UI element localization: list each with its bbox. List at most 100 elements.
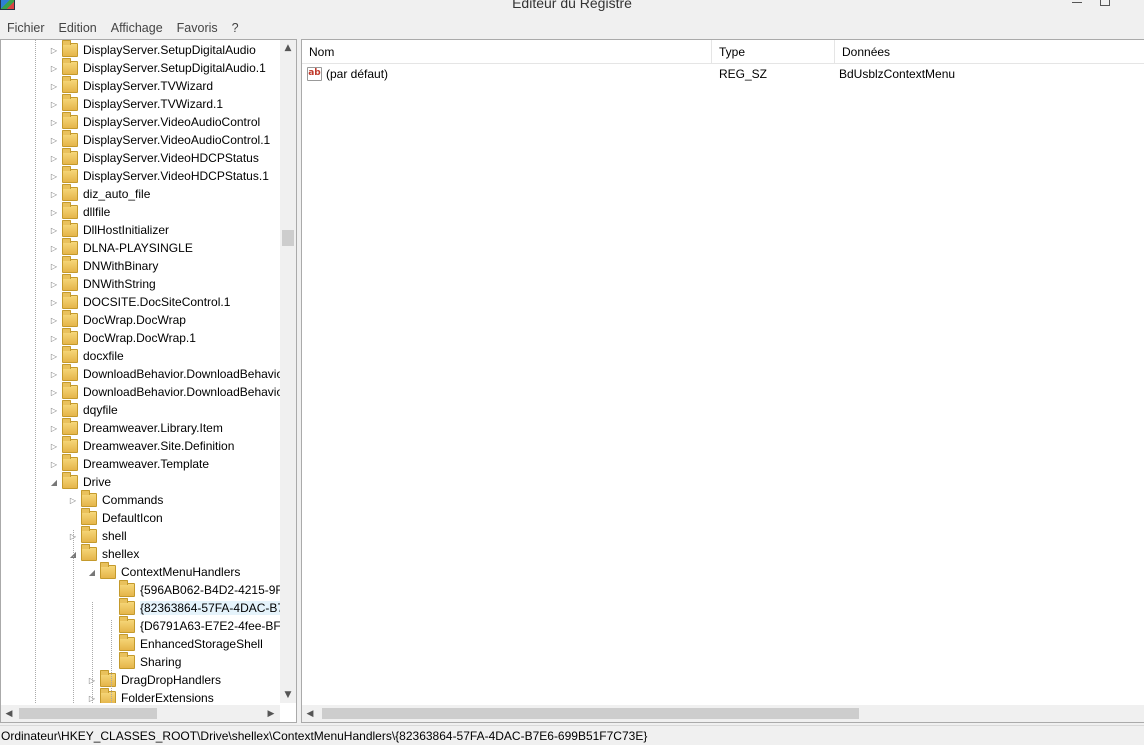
- tree-item[interactable]: ▷ FolderExtensions: [87, 688, 214, 703]
- collapse-icon[interactable]: ◢: [87, 566, 97, 578]
- expand-icon[interactable]: ▷: [49, 134, 59, 146]
- list-horizontal-scrollbar[interactable]: ◀: [302, 705, 1144, 722]
- key-tree-pane[interactable]: ▷ DisplayServer.SetupDigitalAudio ▷ Display…: [0, 39, 297, 723]
- folder-icon: [100, 688, 116, 703]
- expand-icon[interactable]: ▷: [49, 260, 59, 272]
- scroll-left-icon[interactable]: ◀: [1, 705, 17, 722]
- tree-item[interactable]: ▷ DisplayServer.VideoAudioControl: [49, 112, 260, 131]
- folder-icon: [62, 364, 78, 381]
- tree-item[interactable]: ▷ DOCSITE.DocSiteControl.1: [49, 292, 230, 311]
- tree-item[interactable]: ▷ DisplayServer.TVWizard.1: [49, 94, 223, 113]
- folder-icon: [81, 526, 97, 543]
- expand-icon[interactable]: ▷: [49, 440, 59, 452]
- expand-icon[interactable]: ▷: [49, 296, 59, 308]
- expand-icon[interactable]: ▷: [49, 404, 59, 416]
- tree-horizontal-scrollbar[interactable]: ◀ ▶: [1, 705, 280, 722]
- column-header-type[interactable]: Type: [712, 40, 835, 64]
- expand-icon[interactable]: ▷: [49, 314, 59, 326]
- menu-edition[interactable]: Edition: [52, 21, 104, 35]
- tree-item[interactable]: ▷ Dreamweaver.Library.Item: [49, 418, 223, 437]
- scroll-left-icon[interactable]: ◀: [302, 705, 318, 722]
- folder-icon: [81, 508, 97, 525]
- tree-item[interactable]: ▷ DNWithString: [49, 274, 156, 293]
- tree-item[interactable]: {D6791A63-E7E2-4fee-BF52-5DED8E86E9B8}: [106, 616, 280, 635]
- expand-icon[interactable]: ▷: [49, 116, 59, 128]
- tree-item[interactable]: {596AB062-B4D2-4215-9F74-E9109B0A8153}: [106, 580, 280, 599]
- tree-item-label: DisplayServer.SetupDigitalAudio.1: [83, 61, 266, 75]
- expand-icon[interactable]: ▷: [49, 278, 59, 290]
- folder-icon: [62, 472, 78, 489]
- tree-item[interactable]: {82363864-57FA-4DAC-B7E6-699B51F7C73E}: [106, 598, 280, 617]
- value-row[interactable]: ab (par défaut) REG_SZ BdUsblzContextMen…: [302, 64, 1144, 84]
- collapse-icon[interactable]: ◢: [49, 476, 59, 488]
- folder-icon: [62, 202, 78, 219]
- expand-icon[interactable]: ▷: [49, 170, 59, 182]
- tree-item[interactable]: ▷ DocWrap.DocWrap.1: [49, 328, 196, 347]
- scroll-down-icon[interactable]: ▼: [280, 687, 296, 703]
- tree-item-label: shellex: [102, 547, 140, 561]
- menu-fichier[interactable]: Fichier: [0, 21, 52, 35]
- scroll-up-icon[interactable]: ▲: [280, 40, 296, 56]
- tree-item[interactable]: ▷ dqyfile: [49, 400, 118, 419]
- tree-item[interactable]: DefaultIcon: [68, 508, 163, 527]
- tree-item[interactable]: ▷ diz_auto_file: [49, 184, 151, 203]
- expand-icon[interactable]: ▷: [49, 62, 59, 74]
- column-header-name[interactable]: Nom: [302, 40, 712, 64]
- tree-item[interactable]: ▷ Dreamweaver.Template: [49, 454, 209, 473]
- expand-icon[interactable]: ▷: [49, 206, 59, 218]
- scroll-right-icon[interactable]: ▶: [263, 705, 279, 722]
- tree-item[interactable]: ▷ docxfile: [49, 346, 124, 365]
- expand-icon[interactable]: ▷: [49, 224, 59, 236]
- expand-icon[interactable]: ▷: [49, 458, 59, 470]
- tree-item[interactable]: EnhancedStorageShell: [106, 634, 263, 653]
- expand-icon[interactable]: ▷: [49, 422, 59, 434]
- tree-item[interactable]: Sharing: [106, 652, 181, 671]
- menu-favoris[interactable]: Favoris: [170, 21, 225, 35]
- tree-item[interactable]: ◢ shellex: [68, 544, 140, 563]
- menu-affichage[interactable]: Affichage: [104, 21, 170, 35]
- expand-icon[interactable]: ▷: [49, 350, 59, 362]
- expand-icon[interactable]: ▷: [49, 98, 59, 110]
- tree-item[interactable]: ▷ DisplayServer.VideoAudioControl.1: [49, 130, 270, 149]
- tree-horizontal-scroll-thumb[interactable]: [19, 708, 157, 719]
- tree-item[interactable]: ▷ DNWithBinary: [49, 256, 158, 275]
- expand-icon[interactable]: ▷: [49, 332, 59, 344]
- expand-icon[interactable]: ▷: [49, 188, 59, 200]
- menu-help[interactable]: ?: [225, 21, 246, 35]
- tree-guide-line: [35, 40, 36, 703]
- tree-item[interactable]: ▷ DisplayServer.TVWizard: [49, 76, 213, 95]
- tree-item[interactable]: ▷ dllfile: [49, 202, 110, 221]
- tree-item[interactable]: ▷ DownloadBehavior.DownloadBehavior: [49, 364, 280, 383]
- tree-item-label: diz_auto_file: [83, 187, 151, 201]
- tree-item[interactable]: ◢ Drive: [49, 472, 111, 491]
- tree-item[interactable]: ▷ DragDropHandlers: [87, 670, 221, 689]
- tree-item[interactable]: ▷ DLNA-PLAYSINGLE: [49, 238, 193, 257]
- tree-vertical-scrollbar[interactable]: ▲ ▼: [280, 40, 296, 703]
- expand-icon[interactable]: ▷: [49, 368, 59, 380]
- expand-icon[interactable]: ▷: [49, 386, 59, 398]
- tree-item[interactable]: ▷ Dreamweaver.Site.Definition: [49, 436, 234, 455]
- tree-item[interactable]: ▷ DllHostInitializer: [49, 220, 169, 239]
- values-list-pane[interactable]: Nom Type Données ab (par défaut) REG_SZ …: [301, 39, 1144, 723]
- tree-item[interactable]: ▷ shell: [68, 526, 127, 545]
- tree-item[interactable]: ▷ DisplayServer.SetupDigitalAudio.1: [49, 58, 266, 77]
- list-horizontal-scroll-thumb[interactable]: [322, 708, 859, 719]
- column-header-data[interactable]: Données: [835, 40, 1135, 64]
- tree-item[interactable]: ▷ Commands: [68, 490, 163, 509]
- tree-item[interactable]: ◢ ContextMenuHandlers: [87, 562, 240, 581]
- expand-icon[interactable]: ▷: [49, 80, 59, 92]
- folder-icon: [81, 490, 97, 507]
- folder-icon: [62, 166, 78, 183]
- expand-icon[interactable]: ▷: [68, 494, 78, 506]
- expand-icon[interactable]: ▷: [49, 152, 59, 164]
- tree-vertical-scroll-thumb[interactable]: [282, 230, 294, 246]
- expand-icon[interactable]: ▷: [49, 242, 59, 254]
- minimize-icon[interactable]: [1072, 0, 1082, 3]
- tree-item[interactable]: ▷ DownloadBehavior.DownloadBehavior.1: [49, 382, 280, 401]
- expand-icon[interactable]: ▷: [49, 44, 59, 56]
- maximize-icon[interactable]: [1100, 0, 1110, 6]
- tree-item[interactable]: ▷ DisplayServer.VideoHDCPStatus.1: [49, 166, 269, 185]
- tree-item[interactable]: ▷ DisplayServer.VideoHDCPStatus: [49, 148, 259, 167]
- tree-item[interactable]: ▷ DisplayServer.SetupDigitalAudio: [49, 40, 256, 59]
- tree-item[interactable]: ▷ DocWrap.DocWrap: [49, 310, 186, 329]
